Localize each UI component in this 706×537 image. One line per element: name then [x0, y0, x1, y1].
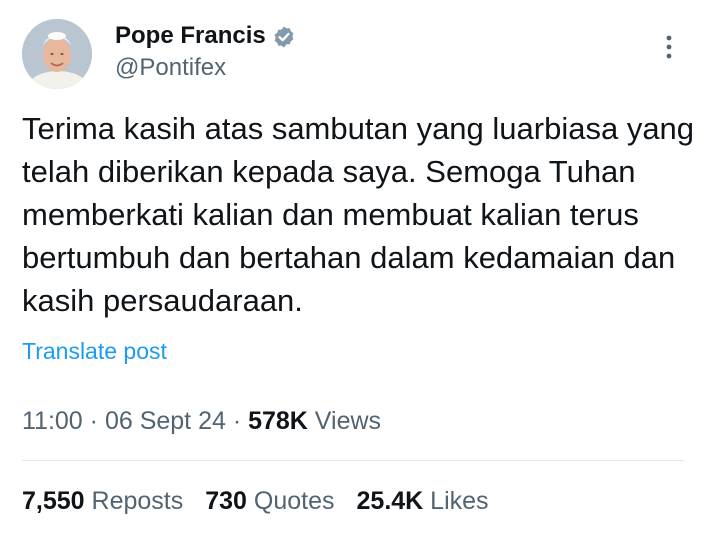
meta-separator: · — [82, 407, 105, 435]
avatar[interactable] — [22, 19, 92, 89]
divider — [22, 460, 684, 461]
tweet-text: Terima kasih atas sambutan yang luarbias… — [22, 111, 695, 318]
likes-stat[interactable]: 25.4K Likes — [357, 487, 489, 515]
likes-label: Likes — [423, 487, 489, 515]
tweet-meta: 11:00 · 06 Sept 24 · 578K Views — [22, 404, 381, 438]
likes-count: 25.4K — [356, 487, 424, 515]
reposts-count: 7,550 — [22, 487, 85, 515]
tweet-time[interactable]: 11:00 — [22, 407, 83, 435]
engagement-stats: 7,550 Reposts 730 Quotes 25.4K Likes — [22, 484, 489, 518]
quotes-stat[interactable]: 730 Quotes — [205, 487, 334, 515]
translate-post-link[interactable]: Translate post — [22, 336, 167, 366]
quotes-count: 730 — [205, 487, 247, 515]
quotes-label: Quotes — [246, 487, 335, 515]
reposts-stat[interactable]: 7,550 Reposts — [22, 487, 183, 515]
more-options-icon[interactable] — [656, 33, 682, 61]
author-name-row: Pope Francis — [115, 20, 296, 52]
meta-separator: · — [225, 407, 249, 435]
tweet-date[interactable]: 06 Sept 24 — [105, 407, 226, 435]
pope-portrait-avatar — [22, 19, 92, 89]
verified-badge-icon[interactable] — [272, 25, 296, 49]
views-label: Views — [307, 407, 382, 435]
author-handle[interactable]: @Pontifex — [115, 52, 226, 84]
reposts-label: Reposts — [84, 487, 184, 515]
author-display-name[interactable]: Pope Francis — [115, 20, 266, 52]
views-count: 578K — [248, 407, 308, 435]
